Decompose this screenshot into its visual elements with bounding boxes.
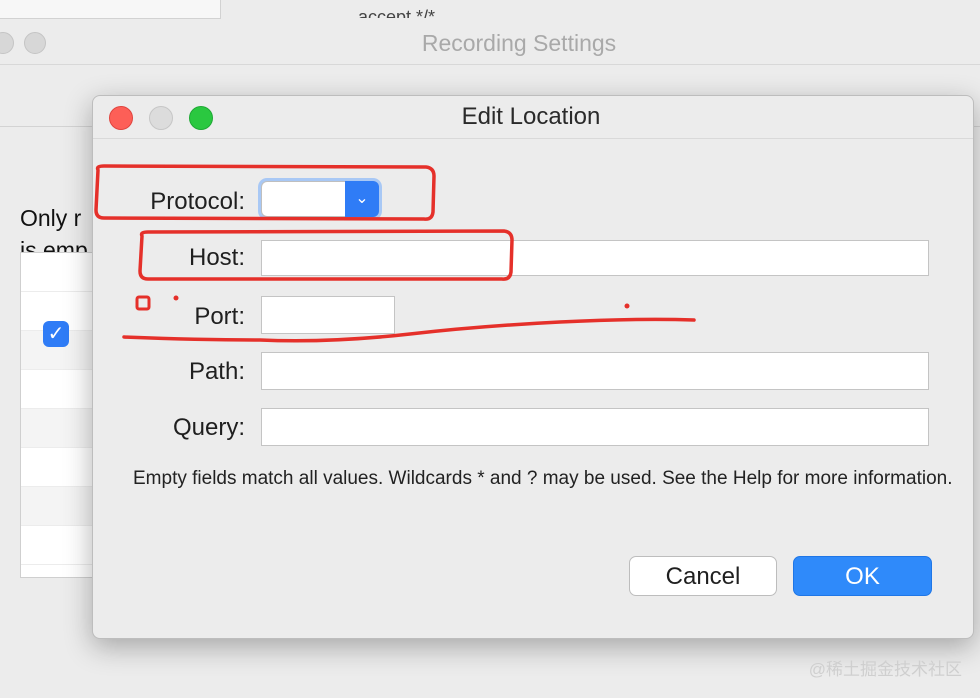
red-marker-square: [135, 295, 151, 311]
watermark-text: @稀土掘金技术社区: [808, 660, 962, 679]
red-dot-mark: [624, 303, 630, 309]
red-annotation-overlay: [94, 164, 696, 343]
port-underline-stroke: [122, 317, 696, 343]
red-dot-mark: [173, 295, 179, 301]
protocol-highlight-box: [94, 164, 436, 221]
host-highlight-box: [138, 229, 514, 281]
